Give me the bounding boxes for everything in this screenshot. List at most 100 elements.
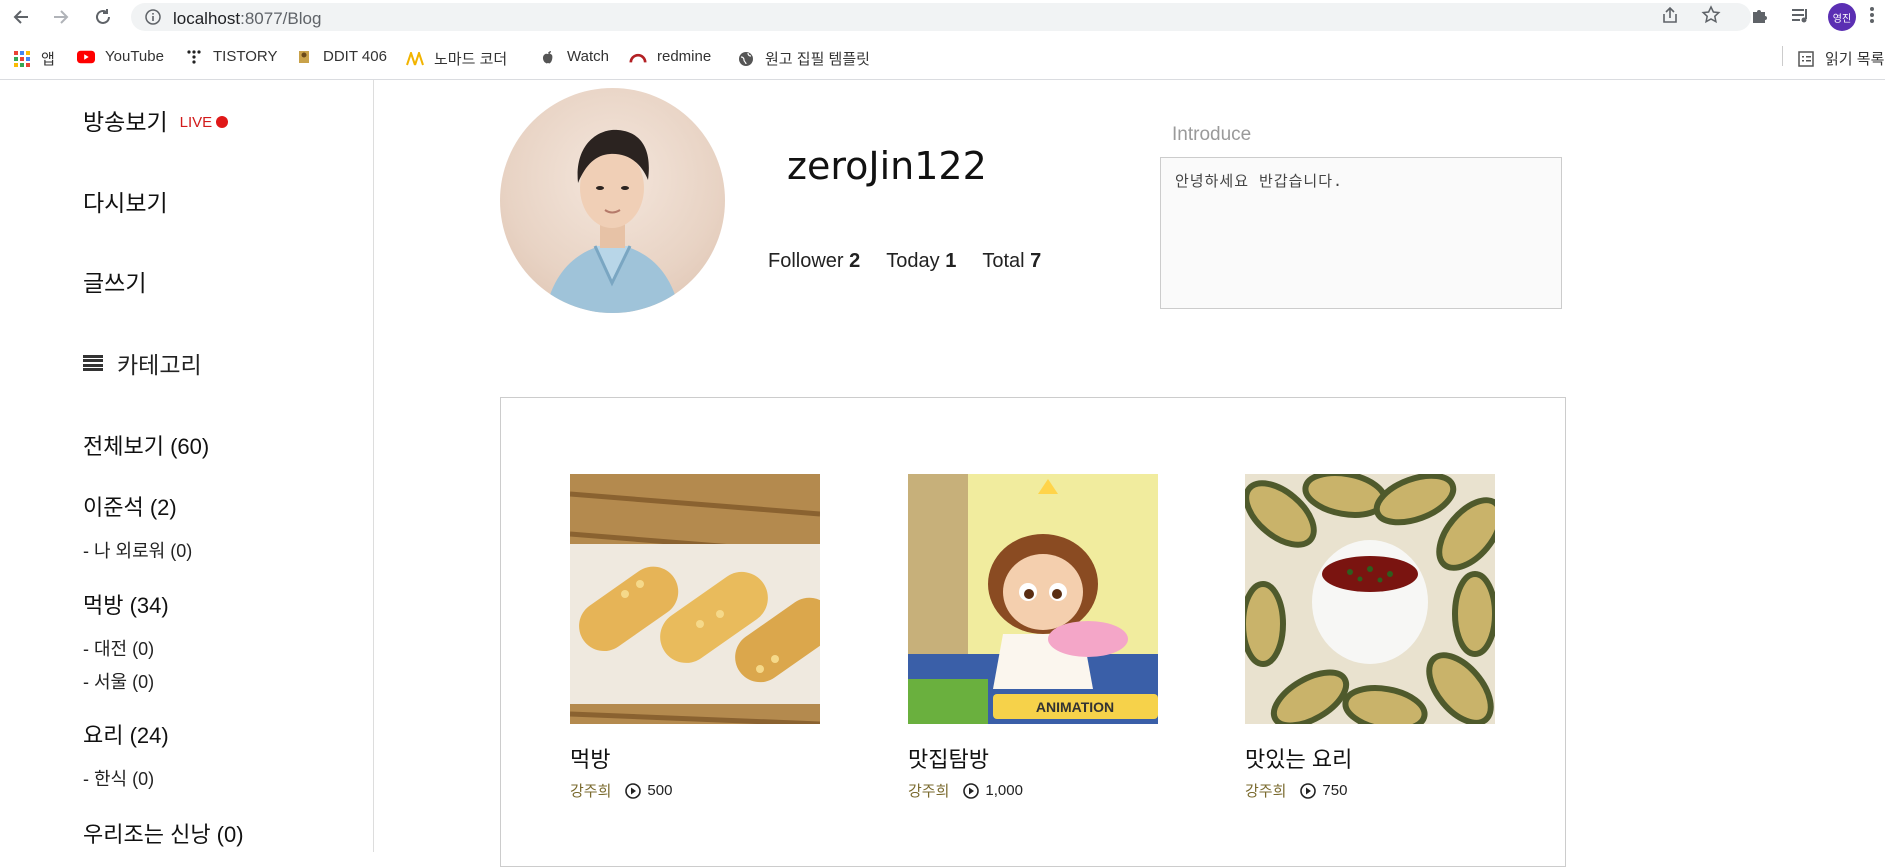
- bookmark-label: redmine: [657, 48, 712, 65]
- bookmark-label: 앱: [41, 51, 55, 68]
- today-stat: Today 1: [886, 250, 956, 273]
- post-card[interactable]: 맛있는 요리 강주희 750: [1245, 474, 1495, 801]
- profile-avatar[interactable]: 영진: [1828, 3, 1856, 31]
- category-header[interactable]: 카테고리: [83, 346, 202, 380]
- post-views: 1,000: [963, 782, 1023, 799]
- post-author[interactable]: 강주희: [908, 780, 949, 801]
- post-card[interactable]: 먹방 강주희 500: [570, 474, 820, 801]
- post-title[interactable]: 맛집탐방: [908, 742, 1158, 774]
- category-leejunseok[interactable]: 이준석 (2): [83, 490, 177, 522]
- post-thumbnail[interactable]: [570, 474, 820, 724]
- live-badge-text: LIVE: [179, 114, 213, 131]
- hamburger-menu-icon: [83, 355, 103, 371]
- blog-sidebar: 방송보기 LIVE 다시보기 글쓰기 카테고리 전체보기 (60) 이준석 (2)…: [0, 80, 374, 852]
- bookmark-redmine[interactable]: redmine: [629, 48, 711, 65]
- site-info-icon[interactable]: [145, 9, 161, 30]
- bookmark-label: YouTube: [105, 48, 164, 65]
- views-count: 500: [647, 782, 673, 799]
- post-meta: 강주희 1,000: [908, 780, 1158, 801]
- menu-dots-icon[interactable]: [1868, 5, 1876, 30]
- post-views: 500: [625, 782, 672, 799]
- live-dot-icon: [216, 116, 229, 128]
- post-meta: 강주희 500: [570, 780, 820, 801]
- category-header-label: 카테고리: [117, 352, 202, 378]
- post-thumbnail[interactable]: ANIMATION: [908, 474, 1158, 724]
- today-count: 1: [945, 250, 957, 272]
- subcategory-lonely[interactable]: - 나 외로워 (0): [83, 537, 192, 563]
- post-title[interactable]: 맛있는 요리: [1245, 742, 1495, 774]
- write-post-link[interactable]: 글쓰기: [83, 264, 146, 298]
- tistory-icon: [185, 49, 203, 65]
- address-bar[interactable]: localhost:8077/Blog: [131, 3, 1751, 31]
- bookmark-star-icon[interactable]: [1701, 5, 1721, 30]
- replay-link[interactable]: 다시보기: [83, 184, 168, 218]
- browser-toolbar: localhost:8077/Blog 영진: [0, 0, 1885, 34]
- live-badge: LIVE: [180, 114, 229, 131]
- category-cooking[interactable]: 요리 (24): [83, 718, 169, 750]
- thumbnail-animation-text: ANIMATION: [1036, 699, 1114, 715]
- blog-username: zeroJin122: [787, 144, 987, 188]
- redmine-icon: [629, 49, 647, 65]
- total-count: 7: [1030, 250, 1042, 272]
- subcategory-daejeon[interactable]: - 대전 (0): [83, 635, 154, 661]
- media-queue-icon[interactable]: [1790, 5, 1810, 30]
- bookmark-label: Watch: [567, 48, 609, 65]
- forward-arrow-icon[interactable]: [50, 6, 72, 28]
- total-stat: Total 7: [982, 250, 1041, 273]
- introduce-textbox[interactable]: 안녕하세요 반갑습니다.: [1160, 157, 1562, 309]
- post-author[interactable]: 강주희: [1245, 780, 1286, 801]
- follower-stat[interactable]: Follower 2: [768, 250, 860, 273]
- bookmark-youtube[interactable]: YouTube: [77, 48, 164, 65]
- introduce-label: Introduce: [1172, 124, 1252, 145]
- nomad-icon: [406, 51, 424, 67]
- post-thumbnail[interactable]: [1245, 474, 1495, 724]
- bookmark-label: 노마드 코더: [434, 51, 508, 68]
- youtube-icon: [77, 49, 95, 65]
- blog-stats: Follower 2 Today 1 Total 7: [768, 250, 1041, 273]
- reading-list-icon: [1797, 50, 1815, 67]
- today-label: Today: [886, 250, 940, 272]
- views-count: 750: [1322, 782, 1348, 799]
- profile-photo: [500, 88, 725, 313]
- apps-grid-icon: [13, 50, 31, 67]
- bookmark-label: TISTORY: [213, 48, 278, 65]
- post-card[interactable]: ANIMATION 맛집탐방 강주희 1,000: [908, 474, 1158, 801]
- category-all[interactable]: 전체보기 (60): [83, 429, 209, 461]
- bookmark-label: DDIT 406: [323, 48, 387, 65]
- play-count-icon: [625, 782, 642, 799]
- reading-list-button[interactable]: 읽기 목록: [1797, 48, 1884, 69]
- post-author[interactable]: 강주희: [570, 780, 611, 801]
- bookmark-watch[interactable]: Watch: [539, 48, 609, 65]
- subcategory-seoul[interactable]: - 서울 (0): [83, 668, 154, 694]
- post-meta: 강주희 750: [1245, 780, 1495, 801]
- views-count: 1,000: [985, 782, 1023, 799]
- bookmark-nomad[interactable]: 노마드 코더: [406, 48, 507, 69]
- reading-list-label: 읽기 목록: [1825, 51, 1885, 68]
- live-broadcast-link[interactable]: 방송보기 LIVE: [83, 103, 229, 137]
- subcategory-korean[interactable]: - 한식 (0): [83, 765, 154, 791]
- back-arrow-icon[interactable]: [10, 6, 32, 28]
- bookmarks-divider: [1782, 46, 1783, 66]
- follower-count: 2: [849, 250, 861, 272]
- posts-panel: 먹방 강주희 500 ANIMATION 맛집탐방 강주희 1,000 맛있는 …: [500, 397, 1566, 867]
- share-icon[interactable]: [1660, 5, 1680, 30]
- live-label: 방송보기: [83, 109, 168, 135]
- play-count-icon: [963, 782, 980, 799]
- post-views: 750: [1300, 782, 1347, 799]
- post-title[interactable]: 먹방: [570, 742, 820, 774]
- play-count-icon: [1300, 782, 1317, 799]
- globe-icon: [737, 51, 755, 67]
- total-label: Total: [982, 250, 1025, 272]
- bookmark-apps[interactable]: 앱: [13, 48, 55, 69]
- bookmarks-bar: 앱 YouTube TISTORY DDIT 406 노마드 코더 Watch: [0, 38, 1885, 74]
- bookmark-ddit[interactable]: DDIT 406: [295, 48, 387, 65]
- apple-icon: [539, 49, 557, 65]
- follower-label: Follower: [768, 250, 844, 272]
- url-text: localhost:8077/Blog: [173, 9, 322, 28]
- category-mukbang[interactable]: 먹방 (34): [83, 588, 169, 620]
- bookmark-tistory[interactable]: TISTORY: [185, 48, 277, 65]
- extensions-puzzle-icon[interactable]: [1750, 5, 1770, 30]
- category-our-team[interactable]: 우리조는 신낭 (0): [83, 817, 244, 849]
- reload-icon[interactable]: [92, 6, 114, 28]
- bookmark-template[interactable]: 원고 집필 템플릿: [737, 48, 870, 69]
